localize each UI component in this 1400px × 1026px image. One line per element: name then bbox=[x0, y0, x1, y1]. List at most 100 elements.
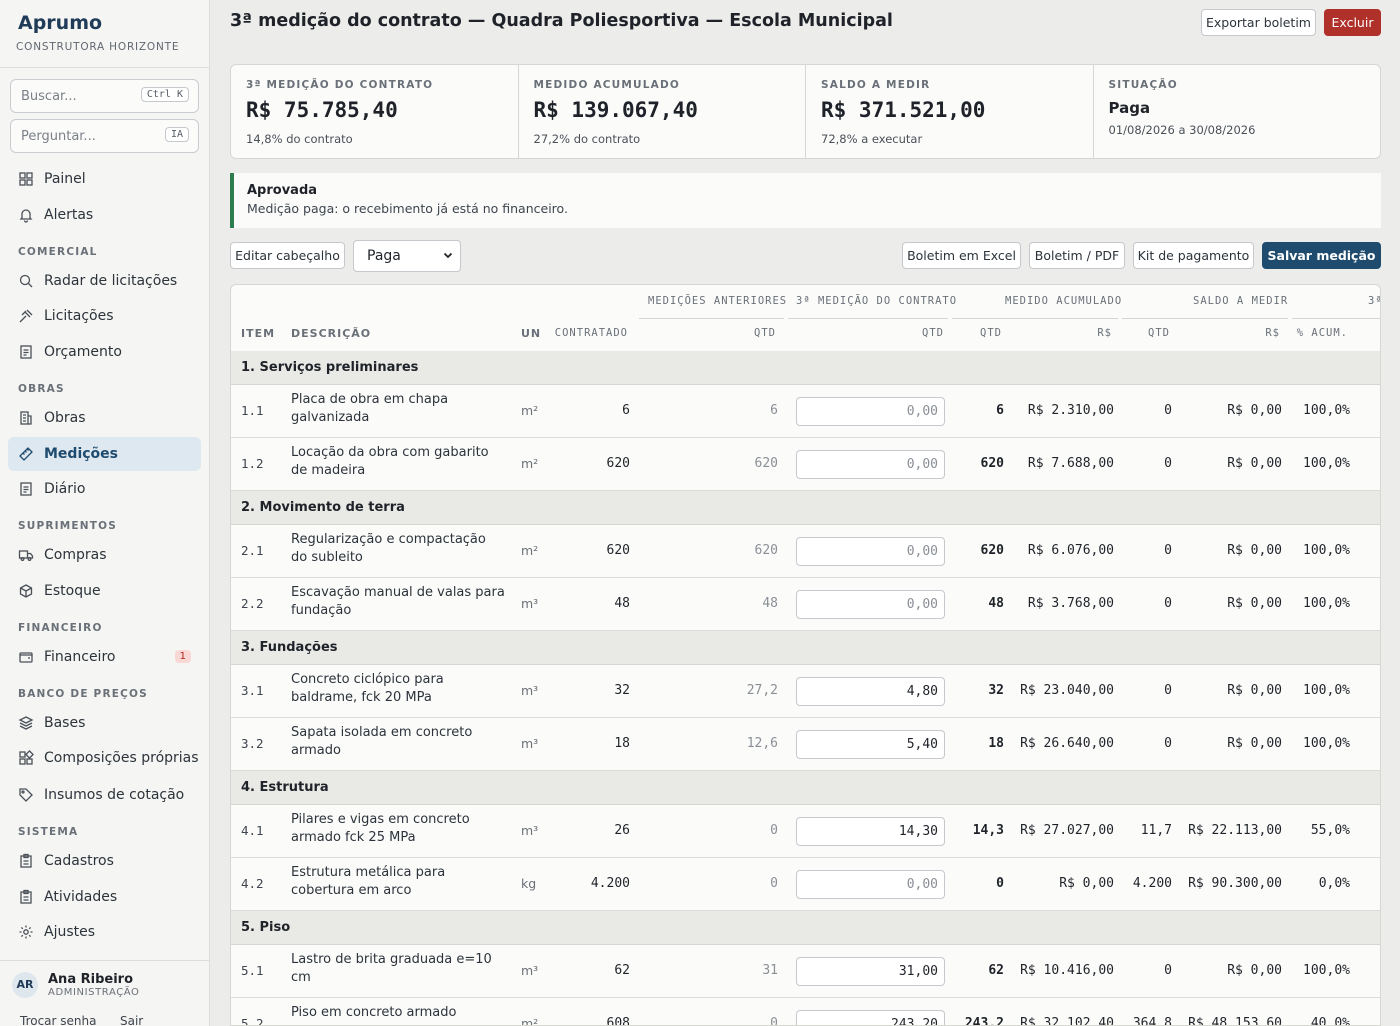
cell-accumulated-value: R$ 23.040,00 bbox=[1020, 683, 1114, 698]
cell-unit: m² bbox=[521, 543, 539, 558]
sidebar-item-alertas[interactable]: Alertas bbox=[8, 198, 201, 232]
sidebar-item-orcamento[interactable]: Orçamento bbox=[8, 335, 201, 369]
current-qty-value: 14,30 bbox=[898, 824, 938, 839]
sidebar-item-medicoes[interactable]: Medições bbox=[8, 437, 201, 471]
cell-unit: m³ bbox=[521, 736, 539, 751]
cell-previous-qty: 48 bbox=[762, 596, 778, 611]
search-input[interactable]: Buscar... Ctrl K bbox=[10, 79, 199, 113]
cell-unit: m³ bbox=[521, 963, 539, 978]
sidebar-item-insumos[interactable]: Insumos de cotação bbox=[8, 778, 201, 812]
stat-label: MEDIDO ACUMULADO bbox=[533, 79, 681, 91]
current-qty-input[interactable]: 0,00 bbox=[796, 590, 945, 619]
cell-description: Sapata isolada em concreto armado bbox=[291, 725, 473, 758]
notification-badge: 1 bbox=[174, 650, 191, 663]
col-description[interactable]: DESCRIÇÃO bbox=[291, 327, 371, 340]
sidebar-item-estoque[interactable]: Estoque bbox=[8, 574, 201, 608]
ruler-icon bbox=[19, 447, 33, 461]
cell-previous-qty: 0 bbox=[770, 823, 778, 838]
current-qty-input[interactable]: 0,00 bbox=[796, 870, 945, 899]
cell-accumulated-qty: 32 bbox=[988, 683, 1004, 698]
sidebar-item-label: Compras bbox=[44, 547, 107, 563]
sidebar-item-radar[interactable]: Radar de licitações bbox=[8, 264, 201, 298]
sidebar-item-diario[interactable]: Diário bbox=[8, 472, 201, 506]
current-qty-input[interactable]: 14,30 bbox=[796, 817, 945, 846]
cell-unit: m² bbox=[521, 403, 539, 418]
current-qty-value: 0,00 bbox=[906, 457, 938, 472]
current-qty-input[interactable]: 31,00 bbox=[796, 957, 945, 986]
cell-balance-value: R$ 0,00 bbox=[1227, 683, 1282, 698]
stat-accumulated: MEDIDO ACUMULADO R$ 139.067,40 27,2% do … bbox=[519, 65, 806, 158]
col-current-qty[interactable]: QTD bbox=[922, 327, 944, 339]
current-qty-value: 0,00 bbox=[906, 404, 938, 419]
current-qty-input[interactable]: 0,00 bbox=[796, 537, 945, 566]
current-qty-input[interactable]: 5,40 bbox=[796, 730, 945, 759]
cell-item: 1.2 bbox=[241, 456, 264, 471]
sidebar-item-atividades[interactable]: Atividades bbox=[8, 880, 201, 914]
excel-report-button[interactable]: Boletim em Excel bbox=[902, 242, 1021, 269]
change-password-link[interactable]: Trocar senha bbox=[20, 1014, 96, 1026]
sidebar-item-painel[interactable]: Painel bbox=[8, 162, 201, 196]
cell-contracted: 18 bbox=[614, 736, 630, 751]
avatar[interactable]: AR bbox=[12, 972, 38, 998]
cell-balance-value: R$ 0,00 bbox=[1227, 596, 1282, 611]
section-obras: OBRAS bbox=[18, 383, 65, 395]
current-qty-input[interactable]: 0,00 bbox=[796, 450, 945, 479]
current-qty-value: 4,80 bbox=[906, 684, 938, 699]
sidebar-item-label: Cadastros bbox=[44, 853, 114, 869]
edit-header-button[interactable]: Editar cabeçalho bbox=[230, 242, 345, 269]
cell-accumulated-qty: 620 bbox=[980, 456, 1004, 471]
logout-link[interactable]: Sair bbox=[120, 1014, 143, 1026]
col-accumulated-qty[interactable]: QTD bbox=[980, 327, 1002, 339]
sidebar-item-label: Alertas bbox=[44, 207, 94, 223]
sidebar-item-ajustes[interactable]: Ajustes bbox=[8, 915, 201, 949]
save-measurement-button[interactable]: Salvar medição bbox=[1262, 242, 1381, 269]
cell-accumulated-qty: 62 bbox=[988, 963, 1004, 978]
col-previous-qty[interactable]: QTD bbox=[754, 327, 776, 339]
cell-balance-qty: 0 bbox=[1164, 683, 1172, 698]
user-role: ADMINISTRAÇÃO bbox=[48, 987, 140, 998]
ask-ai-input[interactable]: Perguntar... IA bbox=[10, 119, 199, 153]
brand-logo[interactable]: Aprumo bbox=[18, 12, 102, 34]
current-qty-input[interactable]: 0,00 bbox=[796, 397, 945, 426]
sidebar-item-composicoes[interactable]: Composições próprias bbox=[8, 741, 201, 775]
cell-item: 5.1 bbox=[241, 963, 264, 978]
payment-kit-button[interactable]: Kit de pagamento bbox=[1133, 242, 1254, 269]
stat-value: R$ 75.785,40 bbox=[246, 98, 398, 122]
export-report-button[interactable]: Exportar boletim bbox=[1201, 9, 1316, 36]
sidebar-item-label: Insumos de cotação bbox=[44, 787, 185, 803]
sidebar-item-cadastros[interactable]: Cadastros bbox=[8, 844, 201, 878]
summary-cards: 3ª MEDIÇÃO DO CONTRATO R$ 75.785,40 14,8… bbox=[230, 64, 1381, 159]
sidebar-item-financeiro[interactable]: Financeiro 1 bbox=[8, 640, 201, 674]
col-item[interactable]: ITEM bbox=[241, 327, 275, 340]
current-qty-input[interactable]: 243,20 bbox=[796, 1010, 945, 1025]
stat-period: 01/08/2026 a 30/08/2026 bbox=[1108, 123, 1256, 137]
sidebar-item-licitacoes[interactable]: Licitações bbox=[8, 299, 201, 333]
pdf-report-button[interactable]: Boletim / PDF bbox=[1029, 242, 1125, 269]
header-group-previous: MEDIÇÕES ANTERIORES bbox=[648, 295, 788, 307]
col-percent-accumulated[interactable]: % ACUM. bbox=[1297, 327, 1348, 339]
sidebar-item-obras[interactable]: Obras bbox=[8, 401, 201, 435]
cell-previous-qty: 12,6 bbox=[746, 736, 778, 751]
cell-contracted: 62 bbox=[614, 963, 630, 978]
sidebar-item-label: Orçamento bbox=[44, 344, 122, 360]
chevron-down-icon bbox=[443, 252, 453, 259]
cell-accumulated-value: R$ 3.768,00 bbox=[1027, 596, 1114, 611]
cell-unit: m² bbox=[521, 1016, 539, 1026]
current-qty-input[interactable]: 4,80 bbox=[796, 677, 945, 706]
cell-accumulated-value: R$ 27.027,00 bbox=[1020, 823, 1114, 838]
cell-accumulated-value: R$ 7.688,00 bbox=[1027, 456, 1114, 471]
status-select[interactable]: Paga bbox=[353, 240, 461, 272]
cell-accumulated-qty: 620 bbox=[980, 543, 1004, 558]
sidebar-item-compras[interactable]: Compras bbox=[8, 538, 201, 572]
col-balance-qty[interactable]: QTD bbox=[1148, 327, 1170, 339]
col-unit[interactable]: UN bbox=[521, 327, 541, 340]
cell-description: Estrutura metálica para cobertura em arc… bbox=[291, 865, 446, 898]
header-group-next: 3ª bbox=[1368, 295, 1380, 307]
cell-balance-value: R$ 0,00 bbox=[1227, 736, 1282, 751]
delete-button[interactable]: Excluir bbox=[1324, 9, 1381, 36]
sidebar-item-bases[interactable]: Bases bbox=[8, 706, 201, 740]
col-accumulated-value[interactable]: R$ bbox=[1097, 327, 1112, 339]
col-balance-value[interactable]: R$ bbox=[1265, 327, 1280, 339]
col-contracted[interactable]: CONTRATADO bbox=[555, 327, 628, 339]
table-row: 4.1 Pilares e vigas em concreto armado fc… bbox=[231, 805, 1380, 858]
